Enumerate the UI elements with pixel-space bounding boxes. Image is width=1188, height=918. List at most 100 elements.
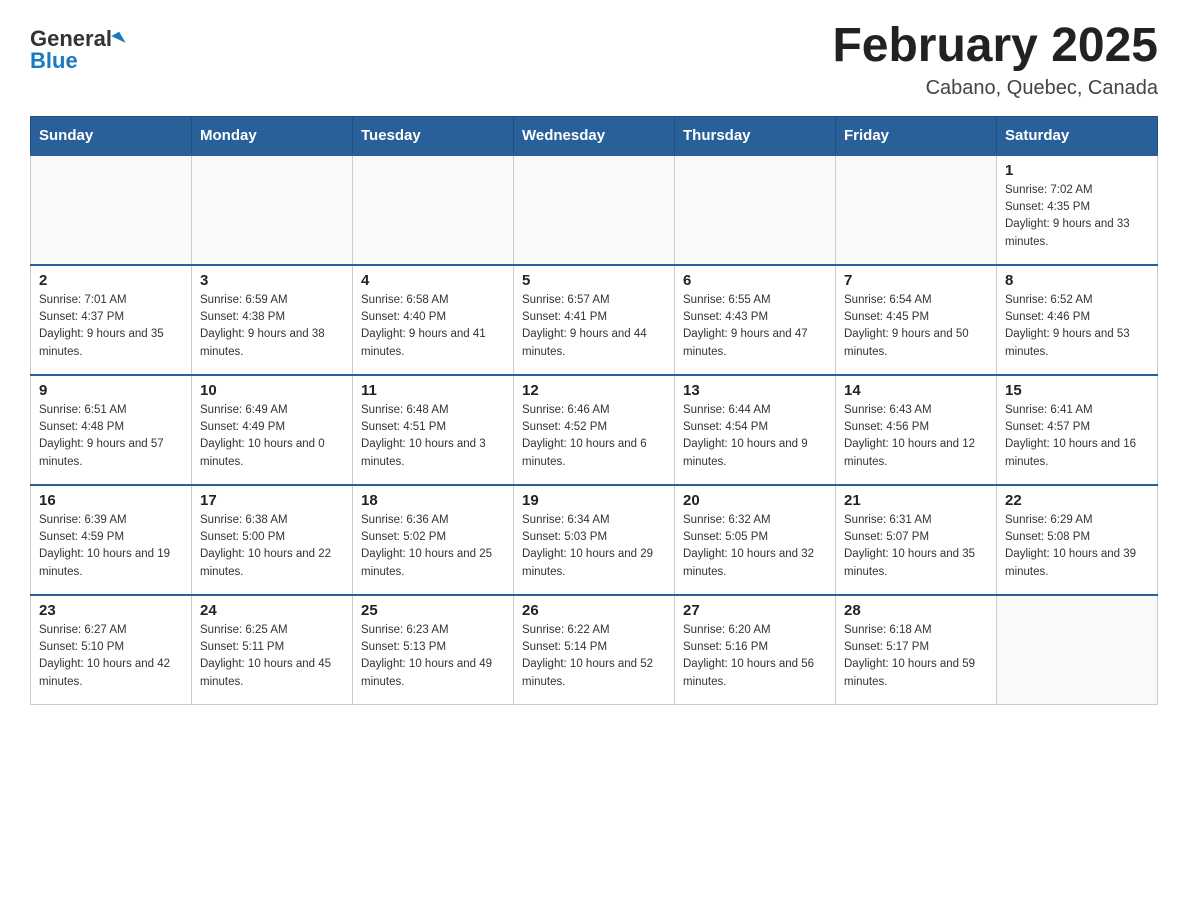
table-row [353,155,514,265]
day-number: 25 [361,602,505,619]
table-row: 16Sunrise: 6:39 AM Sunset: 4:59 PM Dayli… [31,485,192,595]
calendar-week-row: 23 Sunrise: 6:27 AM Sunset: 5:10 PM Dayli… [31,595,1158,705]
col-sunday: Sunday [31,116,192,155]
day-number: 12 [522,382,666,399]
day-info: Sunrise: 6:22 AM Sunset: 5:14 PM Dayligh… [522,622,666,691]
table-row [31,155,192,265]
table-row: 5Sunrise: 6:57 AM Sunset: 4:41 PM Daylig… [514,265,675,375]
day-number: 6 [683,272,827,289]
calendar-header-row: Sunday Monday Tuesday Wednesday Thursday… [31,116,1158,155]
calendar-title: February 2025 [832,20,1158,73]
table-row: 21 Sunrise: 6:31 AM Sunset: 5:07 PM Dayli… [836,485,997,595]
table-row: 3 Sunrise: 6:59 AM Sunset: 4:38 PM Daylig… [192,265,353,375]
day-number: 28 [844,602,988,619]
day-info: Sunrise: 6:57 AM Sunset: 4:41 PM Dayligh… [522,292,666,361]
table-row: 14 Sunrise: 6:43 AM Sunset: 4:56 PM Dayli… [836,375,997,485]
table-row [192,155,353,265]
day-info: Sunrise: 6:29 AM Sunset: 5:08 PM Dayligh… [1005,512,1149,581]
day-number: 15 [1005,382,1149,399]
day-number: 17 [200,492,344,509]
day-info: Sunrise: 6:48 AM Sunset: 4:51 PM Dayligh… [361,402,505,471]
day-info: Sunrise: 7:01 AM Sunset: 4:37 PM Dayligh… [39,292,183,361]
day-number: 23 [39,602,183,619]
col-thursday: Thursday [675,116,836,155]
table-row: 4Sunrise: 6:58 AM Sunset: 4:40 PM Daylig… [353,265,514,375]
table-row: 28 Sunrise: 6:18 AM Sunset: 5:17 PM Dayli… [836,595,997,705]
day-info: Sunrise: 6:25 AM Sunset: 5:11 PM Dayligh… [200,622,344,691]
calendar-table: Sunday Monday Tuesday Wednesday Thursday… [30,116,1158,706]
table-row: 6 Sunrise: 6:55 AM Sunset: 4:43 PM Daylig… [675,265,836,375]
day-info: Sunrise: 6:54 AM Sunset: 4:45 PM Dayligh… [844,292,988,361]
table-row: 22 Sunrise: 6:29 AM Sunset: 5:08 PM Dayli… [997,485,1158,595]
day-info: Sunrise: 6:59 AM Sunset: 4:38 PM Dayligh… [200,292,344,361]
day-number: 13 [683,382,827,399]
logo-blue-text: Blue [30,50,78,72]
col-friday: Friday [836,116,997,155]
day-number: 3 [200,272,344,289]
col-wednesday: Wednesday [514,116,675,155]
day-number: 26 [522,602,666,619]
calendar-week-row: 1 Sunrise: 7:02 AM Sunset: 4:35 PM Daylig… [31,155,1158,265]
day-info: Sunrise: 6:32 AM Sunset: 5:05 PM Dayligh… [683,512,827,581]
col-monday: Monday [192,116,353,155]
table-row: 18 Sunrise: 6:36 AM Sunset: 5:02 PM Dayli… [353,485,514,595]
day-info: Sunrise: 6:55 AM Sunset: 4:43 PM Dayligh… [683,292,827,361]
day-info: Sunrise: 6:23 AM Sunset: 5:13 PM Dayligh… [361,622,505,691]
day-number: 27 [683,602,827,619]
day-info: Sunrise: 7:02 AM Sunset: 4:35 PM Dayligh… [1005,182,1149,251]
table-row: 10 Sunrise: 6:49 AM Sunset: 4:49 PM Dayli… [192,375,353,485]
day-info: Sunrise: 6:34 AM Sunset: 5:03 PM Dayligh… [522,512,666,581]
table-row [836,155,997,265]
calendar-subtitle: Cabano, Quebec, Canada [832,77,1158,100]
calendar-week-row: 16Sunrise: 6:39 AM Sunset: 4:59 PM Dayli… [31,485,1158,595]
day-number: 9 [39,382,183,399]
col-tuesday: Tuesday [353,116,514,155]
day-number: 4 [361,272,505,289]
table-row: 9 Sunrise: 6:51 AM Sunset: 4:48 PM Daylig… [31,375,192,485]
day-number: 11 [361,382,505,399]
day-info: Sunrise: 6:31 AM Sunset: 5:07 PM Dayligh… [844,512,988,581]
day-info: Sunrise: 6:41 AM Sunset: 4:57 PM Dayligh… [1005,402,1149,471]
table-row: 27 Sunrise: 6:20 AM Sunset: 5:16 PM Dayli… [675,595,836,705]
table-row [675,155,836,265]
day-info: Sunrise: 6:44 AM Sunset: 4:54 PM Dayligh… [683,402,827,471]
day-info: Sunrise: 6:49 AM Sunset: 4:49 PM Dayligh… [200,402,344,471]
table-row: 23 Sunrise: 6:27 AM Sunset: 5:10 PM Dayli… [31,595,192,705]
day-number: 8 [1005,272,1149,289]
table-row: 7 Sunrise: 6:54 AM Sunset: 4:45 PM Daylig… [836,265,997,375]
table-row: 26 Sunrise: 6:22 AM Sunset: 5:14 PM Dayli… [514,595,675,705]
day-number: 18 [361,492,505,509]
day-number: 14 [844,382,988,399]
day-number: 21 [844,492,988,509]
day-number: 10 [200,382,344,399]
day-number: 22 [1005,492,1149,509]
table-row [514,155,675,265]
day-info: Sunrise: 6:39 AM Sunset: 4:59 PM Dayligh… [39,512,183,581]
day-number: 24 [200,602,344,619]
table-row: 15 Sunrise: 6:41 AM Sunset: 4:57 PM Dayli… [997,375,1158,485]
day-info: Sunrise: 6:51 AM Sunset: 4:48 PM Dayligh… [39,402,183,471]
day-info: Sunrise: 6:18 AM Sunset: 5:17 PM Dayligh… [844,622,988,691]
col-saturday: Saturday [997,116,1158,155]
day-number: 20 [683,492,827,509]
day-info: Sunrise: 6:38 AM Sunset: 5:00 PM Dayligh… [200,512,344,581]
day-info: Sunrise: 6:52 AM Sunset: 4:46 PM Dayligh… [1005,292,1149,361]
day-number: 19 [522,492,666,509]
day-number: 7 [844,272,988,289]
table-row: 25 Sunrise: 6:23 AM Sunset: 5:13 PM Dayli… [353,595,514,705]
table-row: 13 Sunrise: 6:44 AM Sunset: 4:54 PM Dayli… [675,375,836,485]
table-row: 12Sunrise: 6:46 AM Sunset: 4:52 PM Dayli… [514,375,675,485]
day-info: Sunrise: 6:43 AM Sunset: 4:56 PM Dayligh… [844,402,988,471]
day-info: Sunrise: 6:27 AM Sunset: 5:10 PM Dayligh… [39,622,183,691]
calendar-week-row: 9 Sunrise: 6:51 AM Sunset: 4:48 PM Daylig… [31,375,1158,485]
table-row: 11 Sunrise: 6:48 AM Sunset: 4:51 PM Dayli… [353,375,514,485]
logo: General Blue [30,20,123,72]
table-row: 20 Sunrise: 6:32 AM Sunset: 5:05 PM Dayli… [675,485,836,595]
day-info: Sunrise: 6:36 AM Sunset: 5:02 PM Dayligh… [361,512,505,581]
table-row [997,595,1158,705]
day-number: 1 [1005,162,1149,179]
table-row: 19 Sunrise: 6:34 AM Sunset: 5:03 PM Dayli… [514,485,675,595]
day-number: 2 [39,272,183,289]
day-info: Sunrise: 6:20 AM Sunset: 5:16 PM Dayligh… [683,622,827,691]
table-row: 1 Sunrise: 7:02 AM Sunset: 4:35 PM Daylig… [997,155,1158,265]
